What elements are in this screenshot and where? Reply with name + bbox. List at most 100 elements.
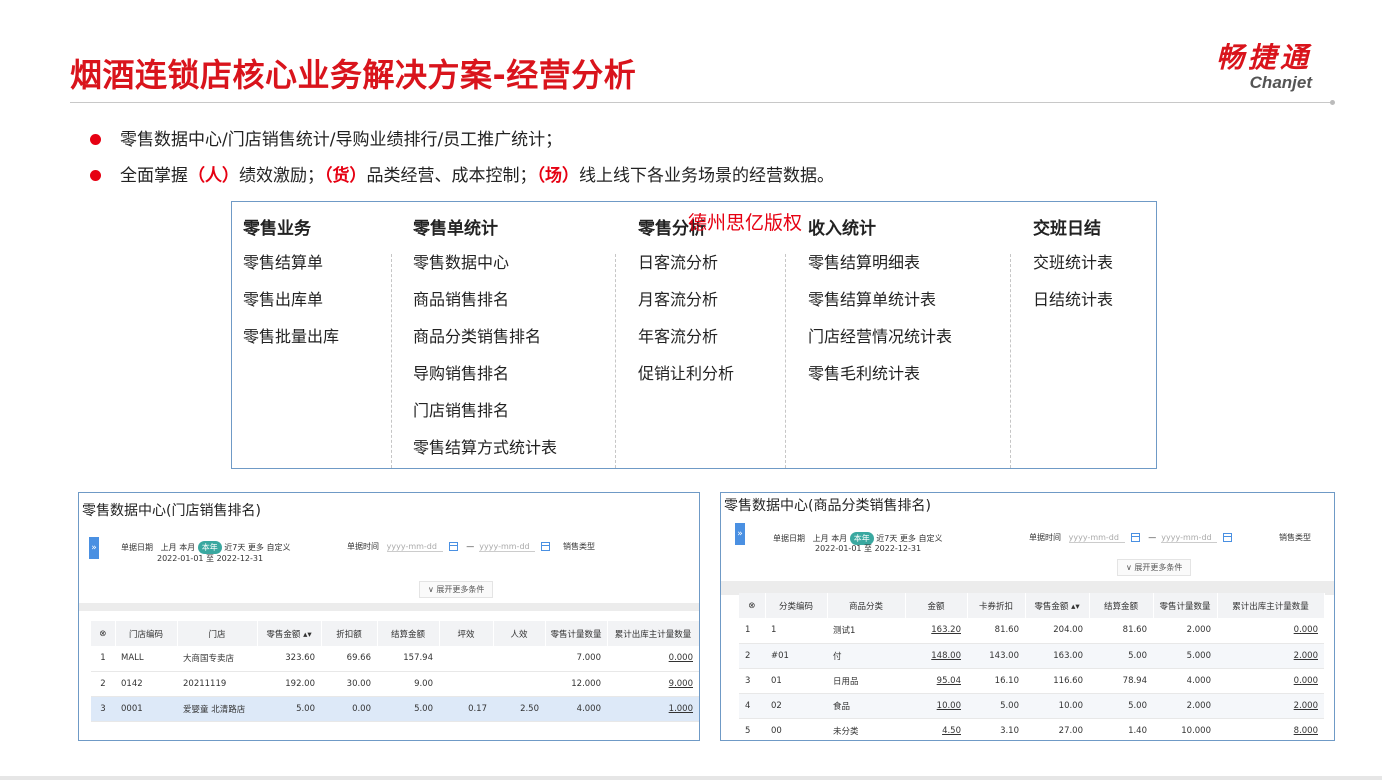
drilldown-link[interactable]: 10.00 xyxy=(905,693,967,719)
cell: MALL xyxy=(115,646,177,672)
bullet-text: 零售数据中心/门店销售统计/导购业绩排行/员工推广统计； xyxy=(120,130,563,150)
settings-icon[interactable]: ⊗ xyxy=(91,621,116,646)
date-opt-last-month[interactable]: 上月 xyxy=(161,543,177,552)
menu-item[interactable]: 零售批量出库 xyxy=(243,318,339,355)
table-row[interactable]: 4 02 食品 10.00 5.00 10.00 5.00 2.000 2.00… xyxy=(739,693,1324,719)
drilldown-link[interactable]: 95.04 xyxy=(905,668,967,694)
settings-icon[interactable]: ⊗ xyxy=(739,593,766,618)
cell: 5.000 xyxy=(1153,643,1217,669)
calendar-icon[interactable] xyxy=(1223,533,1233,542)
table-row[interactable]: 2 0142 20211119 192.00 30.00 9.00 12.000… xyxy=(91,671,699,697)
col-header[interactable]: 结算金额 xyxy=(377,621,440,646)
table-row[interactable]: 1 1 测试1 163.20 81.60 204.00 81.60 2.000 … xyxy=(739,618,1324,644)
menu-item[interactable]: 零售毛利统计表 xyxy=(808,355,952,392)
time-filter: 单据时间 yyyy-mm-dd — yyyy-mm-dd xyxy=(347,541,556,552)
col-header[interactable]: 坪效 xyxy=(439,621,494,646)
date-opt-more[interactable]: 更多 xyxy=(900,534,916,543)
menu-col-income-stats: 收入统计 零售结算明细表 零售结算单统计表 门店经营情况统计表 零售毛利统计表 xyxy=(808,214,952,392)
col-header[interactable]: 零售计量数量 xyxy=(1153,593,1218,618)
menu-item[interactable]: 日客流分析 xyxy=(638,244,734,281)
menu-item[interactable]: 日结统计表 xyxy=(1033,281,1113,318)
menu-item[interactable]: 零售结算单 xyxy=(243,244,339,281)
cell: 10.00 xyxy=(1025,693,1089,719)
date-to-input[interactable]: yyyy-mm-dd xyxy=(1161,533,1218,543)
cell: 69.66 xyxy=(321,646,377,672)
calendar-icon[interactable] xyxy=(1130,533,1140,542)
expand-sidebar-icon[interactable]: » xyxy=(89,537,99,559)
date-opt-7-days[interactable]: 近7天 xyxy=(224,543,245,552)
menu-item[interactable]: 商品销售排名 xyxy=(413,281,557,318)
expand-more-conditions-button[interactable]: ∨ 展开更多条件 xyxy=(419,581,494,598)
menu-item[interactable]: 门店经营情况统计表 xyxy=(808,318,952,355)
sale-type-label: 销售类型 xyxy=(563,542,595,551)
col-header[interactable]: 累计出库主计量数量 xyxy=(607,621,699,646)
cell: 食品 xyxy=(827,693,905,719)
drilldown-link[interactable]: 8.000 xyxy=(1217,718,1324,740)
menu-item[interactable]: 商品分类销售排名 xyxy=(413,318,557,355)
col-header[interactable]: 分类编码 xyxy=(765,593,828,618)
table-row[interactable]: 1 MALL 大商国专卖店 323.60 69.66 157.94 7.000 … xyxy=(91,646,699,672)
date-opt-more[interactable]: 更多 xyxy=(248,543,264,552)
col-header[interactable]: 门店 xyxy=(177,621,258,646)
drilldown-link[interactable]: 1.000 xyxy=(607,696,699,722)
drilldown-link[interactable]: 0.000 xyxy=(1217,668,1324,694)
drilldown-link[interactable]: 9.000 xyxy=(607,671,699,697)
table-row[interactable]: 3 01 日用品 95.04 16.10 116.60 78.94 4.000 … xyxy=(739,668,1324,694)
bullet-list: 零售数据中心/门店销售统计/导购业绩排行/员工推广统计； 全面掌握（人）绩效激励… xyxy=(90,122,834,194)
table-row[interactable]: 5 00 未分类 4.50 3.10 27.00 1.40 10.000 8.0… xyxy=(739,718,1324,740)
drilldown-link[interactable]: 2.000 xyxy=(1217,693,1324,719)
cell: 9.00 xyxy=(377,671,439,697)
col-header[interactable]: 累计出库主计量数量 xyxy=(1217,593,1325,618)
col-header[interactable]: 人效 xyxy=(493,621,546,646)
date-from-input[interactable]: yyyy-mm-dd xyxy=(386,542,443,552)
col-header[interactable]: 结算金额 xyxy=(1089,593,1154,618)
drilldown-link[interactable]: 0.000 xyxy=(607,646,699,672)
drilldown-link[interactable]: 163.20 xyxy=(905,618,967,644)
calendar-icon[interactable] xyxy=(448,542,458,551)
drilldown-link[interactable]: 148.00 xyxy=(905,643,967,669)
date-opt-custom[interactable]: 自定义 xyxy=(266,543,290,552)
date-opt-custom[interactable]: 自定义 xyxy=(918,534,942,543)
col-header[interactable]: 商品分类 xyxy=(827,593,906,618)
drilldown-link[interactable]: 2.000 xyxy=(1217,643,1324,669)
date-opt-this-month[interactable]: 本月 xyxy=(179,543,195,552)
col-header-sortable[interactable]: 零售金额 ▴▾ xyxy=(1025,593,1090,618)
menu-item[interactable]: 零售数据中心 xyxy=(413,244,557,281)
col-header[interactable]: 折扣额 xyxy=(321,621,378,646)
cell: 5.00 xyxy=(1089,643,1153,669)
menu-item[interactable]: 门店销售排名 xyxy=(413,392,557,429)
drilldown-link[interactable]: 4.50 xyxy=(905,718,967,740)
date-opt-7-days[interactable]: 近7天 xyxy=(876,534,897,543)
col-header-sortable[interactable]: 零售金额 ▴▾ xyxy=(257,621,322,646)
sale-type-label: 销售类型 xyxy=(1279,533,1311,542)
col-header[interactable]: 门店编码 xyxy=(115,621,178,646)
menu-item[interactable]: 月客流分析 xyxy=(638,281,734,318)
filter-area: » 单据日期 上月 本月 本年 近7天 更多 自定义 2022-01-01 至 … xyxy=(721,517,1334,605)
drilldown-link[interactable]: 0.000 xyxy=(1217,618,1324,644)
cell: 2.50 xyxy=(493,696,545,722)
date-to-input[interactable]: yyyy-mm-dd xyxy=(479,542,536,552)
menu-item[interactable]: 零售结算明细表 xyxy=(808,244,952,281)
date-opt-this-month[interactable]: 本月 xyxy=(831,534,847,543)
expand-more-conditions-button[interactable]: ∨ 展开更多条件 xyxy=(1117,559,1192,576)
menu-item[interactable]: 促销让利分析 xyxy=(638,355,734,392)
table-row-selected[interactable]: 3 0001 爱婴童 北清路店 5.00 0.00 5.00 0.17 2.50… xyxy=(91,696,699,722)
menu-item[interactable]: 零售结算方式统计表 xyxy=(413,429,557,466)
menu-item[interactable]: 交班统计表 xyxy=(1033,244,1113,281)
menu-item[interactable]: 导购销售排名 xyxy=(413,355,557,392)
calendar-icon[interactable] xyxy=(541,542,551,551)
menu-item[interactable]: 零售结算单统计表 xyxy=(808,281,952,318)
date-from-input[interactable]: yyyy-mm-dd xyxy=(1068,533,1125,543)
col-header[interactable]: 卡券折扣 xyxy=(967,593,1026,618)
menu-item[interactable]: 零售出库单 xyxy=(243,281,339,318)
col-header[interactable]: 零售计量数量 xyxy=(545,621,608,646)
col-header[interactable]: 金额 xyxy=(905,593,968,618)
expand-sidebar-icon[interactable]: » xyxy=(735,523,745,545)
store-sales-ranking-panel: 零售数据中心(门店销售排名) » 单据日期 上月 本月 本年 近7天 更多 自定… xyxy=(78,492,700,741)
cell: 81.60 xyxy=(1089,618,1153,644)
date-filter-label: 单据日期 xyxy=(121,543,153,552)
date-opt-last-month[interactable]: 上月 xyxy=(813,534,829,543)
menu-item[interactable]: 年客流分析 xyxy=(638,318,734,355)
table-row[interactable]: 2 #01 付 148.00 143.00 163.00 5.00 5.000 … xyxy=(739,643,1324,669)
cell: 01 xyxy=(765,668,827,694)
